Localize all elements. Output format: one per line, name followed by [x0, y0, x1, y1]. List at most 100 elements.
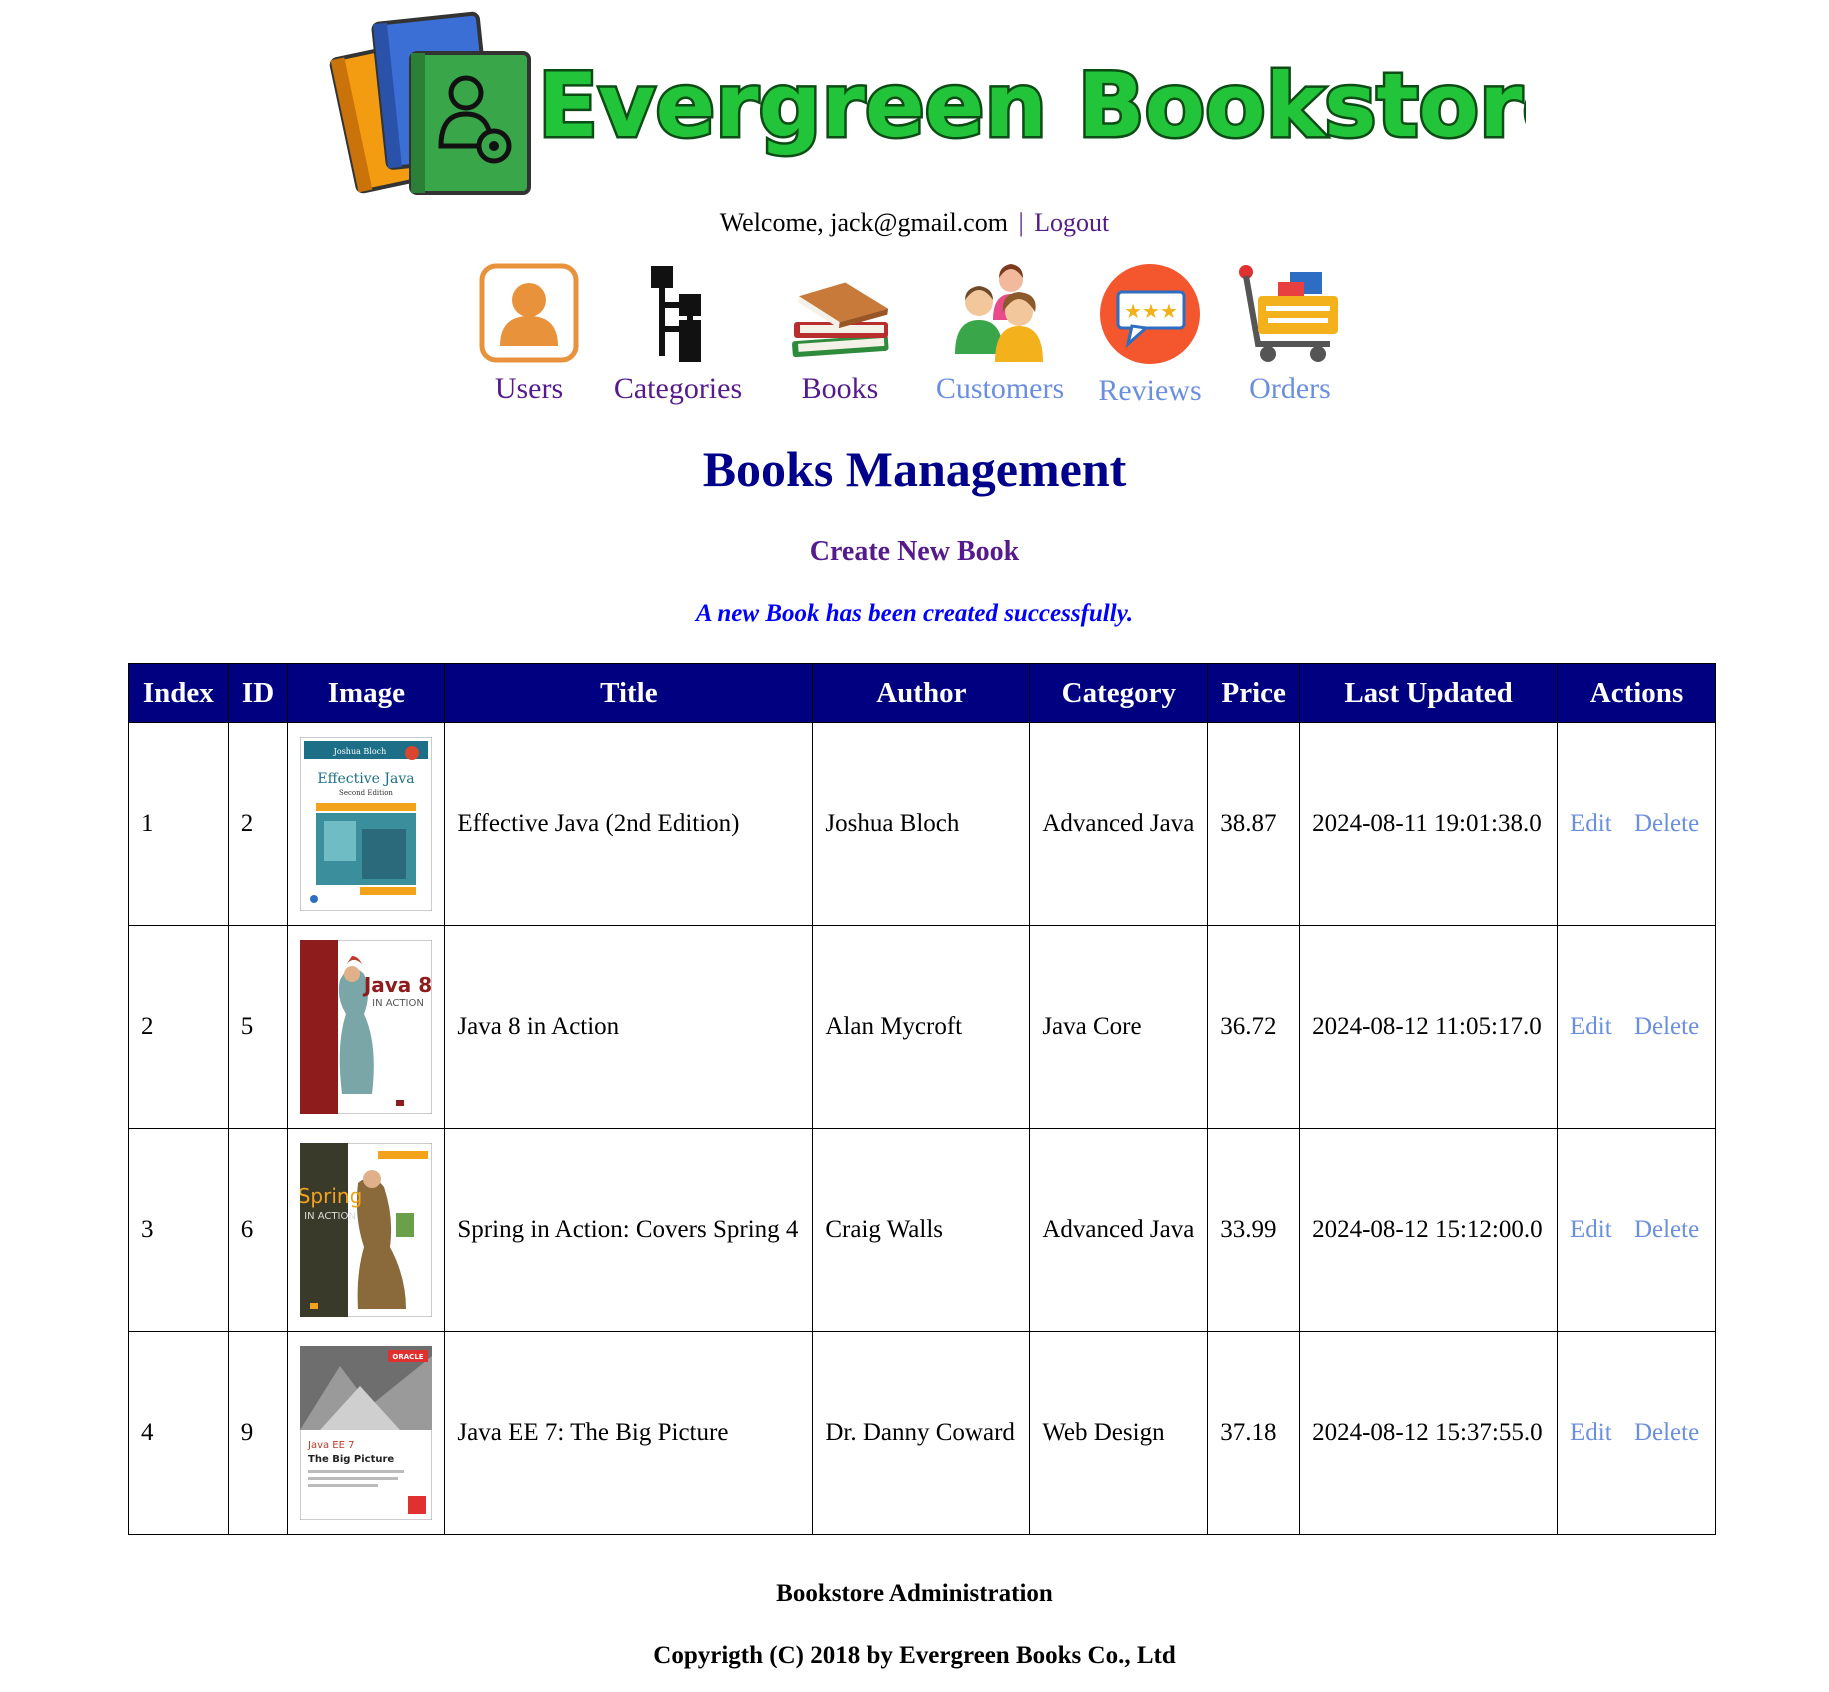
- nav-books-label: Books: [801, 372, 879, 405]
- col-header-id: ID: [227, 663, 289, 723]
- welcome-bar: Welcome, jack@gmail.com | Logout: [0, 208, 1829, 238]
- cell-price: 38.87: [1207, 722, 1301, 926]
- separator: |: [1018, 208, 1024, 237]
- cell-price: 33.99: [1207, 1128, 1301, 1332]
- cover-author: Joshua Bloch: [333, 747, 387, 756]
- cell-image: Joshua Bloch Effective Java Second Editi…: [287, 722, 446, 926]
- success-message: A new Book has been created successfully…: [695, 600, 1134, 627]
- book-cover-java-8-in-action: Java 8 IN ACTION: [300, 940, 433, 1114]
- cover-title: Java 8: [362, 973, 432, 997]
- cell-category: Advanced Java: [1029, 722, 1209, 926]
- cell-category: Java Core: [1029, 925, 1209, 1129]
- col-header-last-updated: Last Updated: [1299, 663, 1559, 723]
- delete-link[interactable]: Delete: [1634, 810, 1699, 837]
- col-header-author: Author: [812, 663, 1031, 723]
- books-table: Index ID Image Title Author Category Pri…: [128, 663, 1716, 1535]
- nav-reviews-label: Reviews: [1098, 374, 1202, 407]
- logo-text: Evergreen Bookstore: [538, 54, 1526, 157]
- cell-author: Joshua Bloch: [812, 722, 1031, 926]
- cell-last-updated: 2024-08-12 11:05:17.0: [1299, 925, 1559, 1129]
- cell-price: 36.72: [1207, 925, 1301, 1129]
- bookstore-logo: Evergreen Bookstore: [329, 11, 1526, 195]
- cover-subtitle: IN ACTION: [373, 998, 425, 1009]
- table-row: 1 2 Joshua Bloch Effective Java Second E…: [128, 722, 1716, 926]
- cell-index: 1: [128, 722, 229, 926]
- cell-actions: Edit Delete: [1557, 925, 1716, 1129]
- footer-admin: Bookstore Administration: [776, 1580, 1053, 1607]
- nav-users[interactable]: Users: [473, 262, 585, 406]
- col-header-actions: Actions: [1557, 663, 1716, 723]
- create-new-book-link[interactable]: Create New Book: [0, 536, 1829, 568]
- nav-customers[interactable]: Customers: [930, 262, 1070, 406]
- cell-actions: Edit Delete: [1557, 1331, 1716, 1535]
- book-stack-icon: [792, 282, 889, 358]
- cover-title: Effective Java: [318, 771, 415, 787]
- cell-id: 6: [227, 1128, 289, 1332]
- cell-id: 9: [227, 1331, 289, 1535]
- table-row: 3 6 Spring IN ACTION Spring in Action: C…: [128, 1128, 1716, 1332]
- book-cover-spring-in-action: Spring IN ACTION: [300, 1143, 433, 1317]
- people-group-icon: [955, 264, 1043, 362]
- cell-author: Craig Walls: [812, 1128, 1031, 1332]
- edit-link[interactable]: Edit: [1570, 1013, 1612, 1040]
- cell-author: Dr. Danny Coward: [812, 1331, 1031, 1535]
- cell-title: Spring in Action: Covers Spring 4: [444, 1128, 814, 1332]
- col-header-title: Title: [444, 663, 814, 723]
- cell-image: ORACLE Java EE 7 The Big Picture: [287, 1331, 446, 1535]
- page-title: Books Management: [702, 441, 1127, 497]
- delete-link[interactable]: Delete: [1634, 1419, 1699, 1446]
- book-cover-java-ee-7: ORACLE Java EE 7 The Big Picture: [300, 1346, 433, 1520]
- table-row: 2 5 Java 8 IN ACTION Java 8 in Action Al…: [128, 925, 1716, 1129]
- cover-brand: ORACLE: [393, 1353, 424, 1361]
- cell-image: Java 8 IN ACTION: [287, 925, 446, 1129]
- cell-category: Web Design: [1029, 1331, 1209, 1535]
- svg-text:★★★: ★★★: [1124, 299, 1178, 323]
- nav-categories-label: Categories: [613, 372, 743, 405]
- col-header-image: Image: [287, 663, 446, 723]
- table-header-row: Index ID Image Title Author Category Pri…: [128, 663, 1716, 723]
- user-avatar-icon: [479, 263, 579, 363]
- col-header-category: Category: [1029, 663, 1209, 723]
- cell-price: 37.18: [1207, 1331, 1301, 1535]
- edit-link[interactable]: Edit: [1570, 1419, 1612, 1446]
- cover-subtitle: IN ACTION: [305, 1211, 357, 1222]
- cell-index: 4: [128, 1331, 229, 1535]
- cell-title: Java 8 in Action: [444, 925, 814, 1129]
- footer-copyright: Copyrigth (C) 2018 by Evergreen Books Co…: [653, 1642, 1176, 1669]
- nav-users-label: Users: [494, 372, 564, 405]
- cell-actions: Edit Delete: [1557, 722, 1716, 926]
- cover-subtitle: The Big Picture: [308, 1454, 394, 1465]
- delete-link[interactable]: Delete: [1634, 1013, 1699, 1040]
- cell-author: Alan Mycroft: [812, 925, 1031, 1129]
- cell-index: 3: [128, 1128, 229, 1332]
- page: Evergreen Bookstore Welcome, jack@gmail.…: [0, 0, 1829, 1692]
- nav-categories[interactable]: Categories: [608, 262, 748, 406]
- cell-last-updated: 2024-08-12 15:37:55.0: [1299, 1331, 1559, 1535]
- nav-orders[interactable]: Orders: [1235, 262, 1345, 406]
- table-row: 4 9 ORACLE Java EE 7 The Big Picture Jav…: [128, 1331, 1716, 1535]
- delete-link[interactable]: Delete: [1634, 1216, 1699, 1243]
- cell-last-updated: 2024-08-11 19:01:38.0: [1299, 722, 1559, 926]
- book-cover-effective-java: Joshua Bloch Effective Java Second Editi…: [300, 737, 433, 911]
- nav-customers-label: Customers: [935, 372, 1065, 405]
- cell-id: 2: [227, 722, 289, 926]
- edit-link[interactable]: Edit: [1570, 810, 1612, 837]
- cell-image: Spring IN ACTION: [287, 1128, 446, 1332]
- cell-title: Effective Java (2nd Edition): [444, 722, 814, 926]
- hierarchy-tree-icon: [651, 266, 701, 362]
- col-header-index: Index: [128, 663, 229, 723]
- cell-index: 2: [128, 925, 229, 1129]
- cover-subtitle: Second Edition: [339, 789, 393, 797]
- nav-orders-label: Orders: [1249, 372, 1331, 405]
- col-header-price: Price: [1207, 663, 1301, 723]
- cell-actions: Edit Delete: [1557, 1128, 1716, 1332]
- edit-link[interactable]: Edit: [1570, 1216, 1612, 1243]
- cover-title: Java EE 7: [307, 1440, 354, 1451]
- cell-title: Java EE 7: The Big Picture: [444, 1331, 814, 1535]
- cell-id: 5: [227, 925, 289, 1129]
- logout-link[interactable]: Logout: [1034, 208, 1109, 237]
- nav-books[interactable]: Books: [775, 262, 905, 406]
- cell-category: Advanced Java: [1029, 1128, 1209, 1332]
- nav-reviews[interactable]: ★★★ Reviews: [1091, 262, 1209, 408]
- shopping-cart-icon: [1239, 265, 1338, 362]
